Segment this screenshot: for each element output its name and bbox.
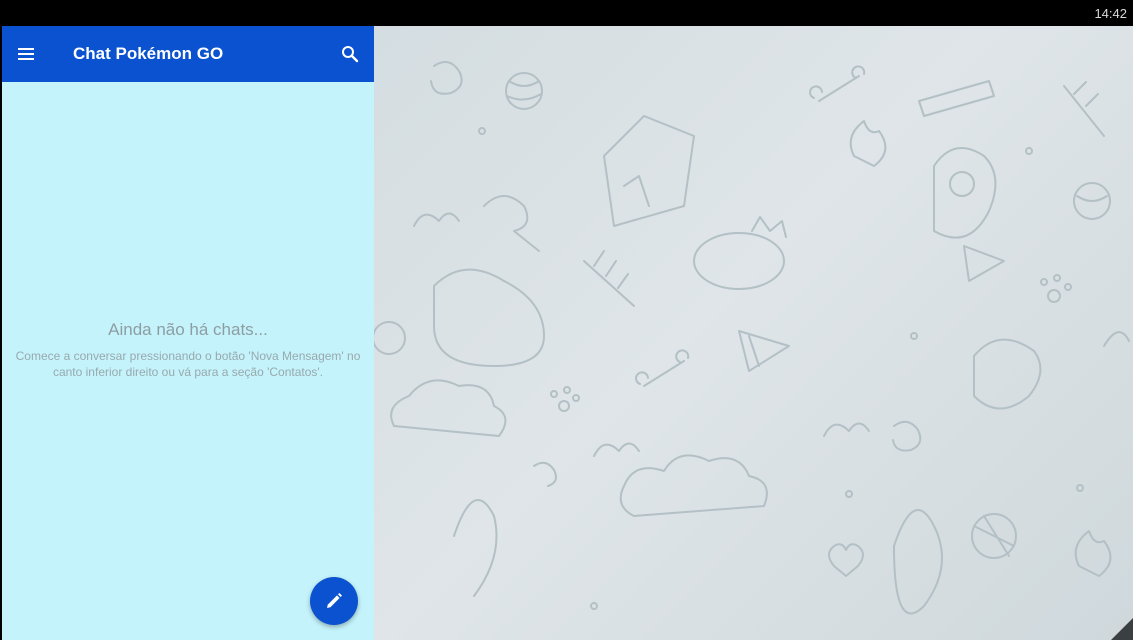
empty-chats-description: Comece a conversar pressionando o botão … [15,349,361,379]
resize-grip-icon[interactable] [1111,618,1133,640]
app-title: Chat Pokémon GO [73,44,224,63]
empty-chats-title: Ainda não há chats... [108,320,268,339]
status-bar: 14:42 [0,0,1133,26]
empty-chats-message: Ainda não há chats... Comece a conversar… [12,320,364,380]
pencil-icon [327,593,342,608]
search-icon[interactable] [334,38,366,70]
doodle-pattern [374,61,1130,615]
chat-background [374,26,1133,640]
new-message-button[interactable] [310,577,358,625]
status-clock: 14:42 [1094,6,1127,21]
app-bar: Chat Pokémon GO [2,26,374,82]
chat-list-panel: Chat Pokémon GO Ainda não há chats... Co… [2,26,374,640]
hamburger-menu-icon[interactable] [12,38,44,70]
